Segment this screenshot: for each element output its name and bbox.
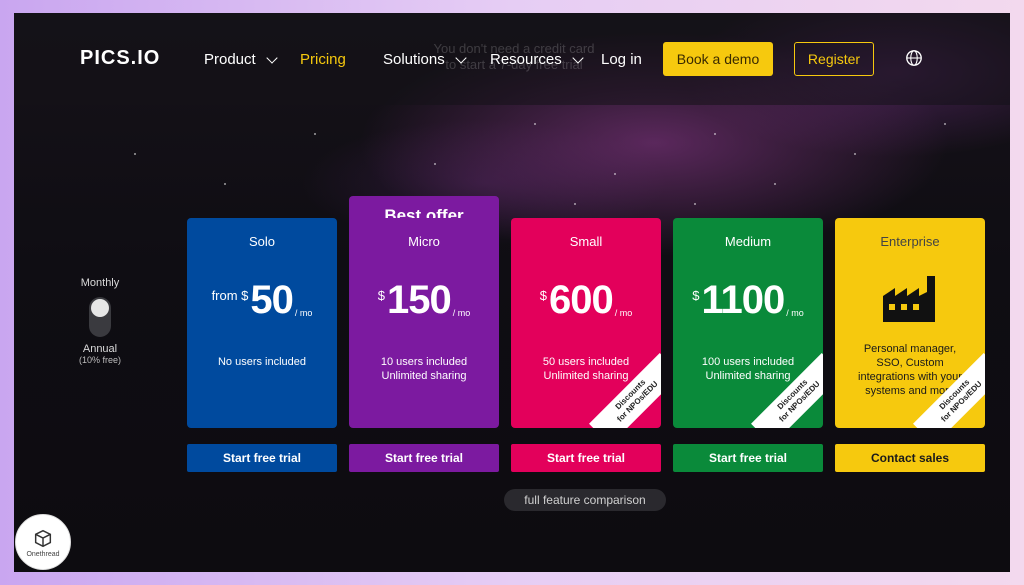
annual-label: Annual [82,343,118,355]
plan-price: $ 1100 / mo [692,278,804,322]
plan-description: 10 users included Unlimited sharing [380,356,468,382]
chevron-down-icon [572,51,584,64]
nav-product[interactable]: Product [204,51,278,68]
plan-name: Enterprise [880,234,940,249]
start-trial-small-button[interactable]: Start free trial [511,444,661,472]
plan-price: $ 600 / mo [539,278,633,322]
app-window: You don't need a credit card to start a … [14,13,1010,572]
nav-pricing[interactable]: Pricing [300,51,346,68]
plan-name: Micro [408,234,440,249]
monthly-label: Monthly [80,277,120,289]
chevron-down-icon [266,51,278,64]
onethread-watermark: Onethread [15,514,71,570]
start-trial-medium-button[interactable]: Start free trial [673,444,823,472]
feature-comparison-link[interactable]: full feature comparison [504,489,666,511]
start-trial-micro-button[interactable]: Start free trial [349,444,499,472]
nav-resources[interactable]: Resources [490,51,584,68]
logo[interactable]: PICS.IO [80,47,160,70]
register-button[interactable]: Register [794,42,874,76]
nav-login[interactable]: Log in [601,51,642,68]
globe-icon[interactable] [905,49,923,67]
plan-card-enterprise: Enterprise Personal manager, SSO, Custom… [835,218,985,428]
plan-price: from $ 50 / mo [211,278,313,322]
plan-card-medium: Medium $ 1100 / mo 100 users included Un… [673,218,823,428]
annual-discount: (10% free) [78,355,122,365]
book-demo-button[interactable]: Book a demo [663,42,773,76]
start-trial-solo-button[interactable]: Start free trial [187,444,337,472]
plan-card-solo: Solo from $ 50 / mo No users included [187,218,337,428]
box-icon [34,529,52,547]
nav-solutions[interactable]: Solutions [383,51,467,68]
watermark-text: Onethread [26,550,60,558]
plan-card-micro: Micro $ 150 / mo 10 users included Unlim… [349,218,499,428]
plan-description: No users included [217,356,307,368]
toggle-knob [91,299,109,317]
plan-name: Solo [248,234,276,249]
plan-name: Small [569,234,603,249]
billing-toggle[interactable]: Monthly Annual (10% free) [74,277,126,365]
factory-icon [883,276,935,322]
chevron-down-icon [455,51,467,64]
plan-name: Medium [724,234,772,249]
contact-sales-button[interactable]: Contact sales [835,444,985,472]
plan-card-small: Small $ 600 / mo 50 users included Unlim… [511,218,661,428]
top-navigation: You don't need a credit card to start a … [14,13,1010,105]
billing-switch[interactable] [89,297,111,337]
plan-price: $ 150 / mo [377,278,471,322]
